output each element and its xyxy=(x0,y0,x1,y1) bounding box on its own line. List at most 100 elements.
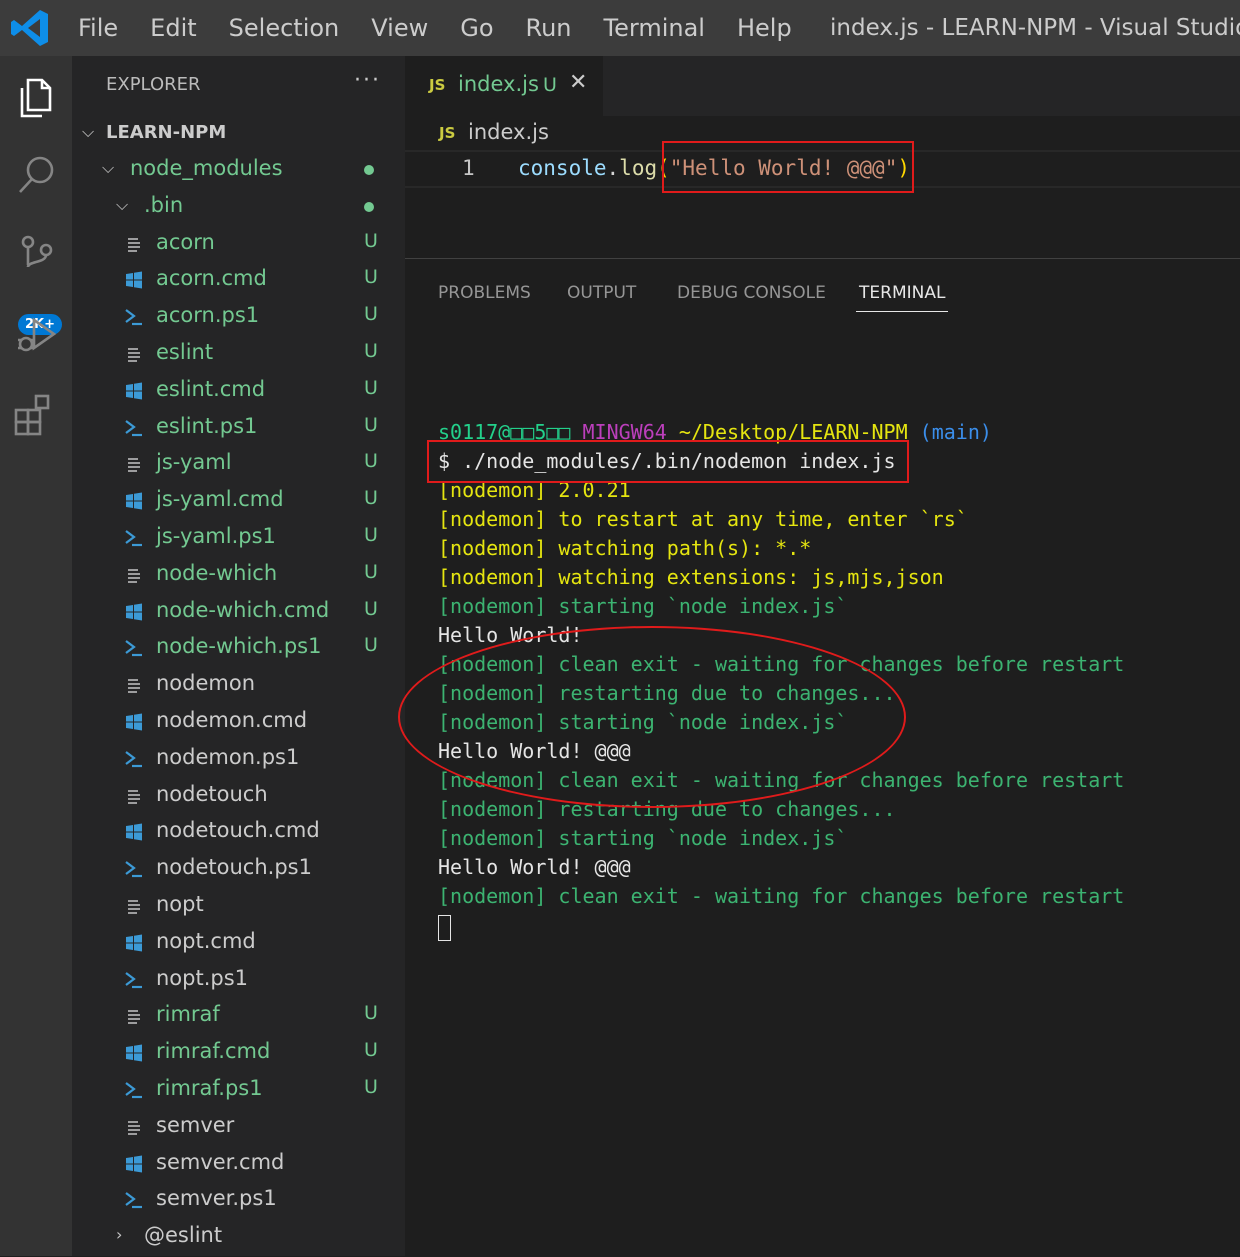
git-status-badge: U xyxy=(364,229,378,252)
tab-index-js[interactable]: JS index.js U ✕ xyxy=(405,56,603,116)
powershell-icon xyxy=(125,530,142,547)
text-file-icon xyxy=(128,237,140,252)
menu-bar: File Edit Selection View Go Run Terminal… xyxy=(62,0,808,56)
vscode-logo-icon[interactable] xyxy=(8,6,52,50)
explorer-icon[interactable] xyxy=(8,68,64,124)
tab-problems[interactable]: PROBLEMS xyxy=(438,283,531,303)
windows-cmd-icon xyxy=(126,934,142,952)
source-control-icon[interactable] xyxy=(8,228,64,284)
tree-file[interactable]: js-yaml.ps1 U xyxy=(72,520,405,556)
powershell-icon xyxy=(125,309,142,326)
tree-file[interactable]: semver.cmd xyxy=(72,1146,405,1182)
tree-file[interactable]: nopt.ps1 xyxy=(72,962,405,998)
menu-view[interactable]: View xyxy=(355,0,444,56)
line-number: 1 xyxy=(462,156,475,180)
explorer-title: EXPLORER xyxy=(106,74,201,95)
tree-file[interactable]: js-yaml U xyxy=(72,446,405,482)
tree-file[interactable]: semver.ps1 xyxy=(72,1182,405,1218)
terminal-line: [nodemon] clean exit - waiting for chang… xyxy=(438,884,1125,908)
close-icon[interactable]: ✕ xyxy=(569,70,587,95)
tree-file[interactable]: node-which.ps1 U xyxy=(72,630,405,666)
tree-file[interactable]: nodetouch.cmd xyxy=(72,814,405,850)
tree-file[interactable]: node-which U xyxy=(72,557,405,593)
more-actions-button[interactable]: ··· xyxy=(354,68,381,93)
tree-file[interactable]: rimraf.ps1 U xyxy=(72,1072,405,1108)
breadcrumb-item[interactable]: index.js xyxy=(468,120,549,144)
tree-item-label: js-yaml.cmd xyxy=(156,487,284,512)
menu-go[interactable]: Go xyxy=(444,0,509,56)
explorer-sidebar: EXPLORER ··· ⌵ LEARN-NPM ⌵ node_modules ⌵.… xyxy=(72,56,405,1256)
menu-edit[interactable]: Edit xyxy=(134,0,212,56)
git-status-badge: U xyxy=(364,303,378,326)
tree-file[interactable]: eslint U xyxy=(72,336,405,372)
tree-file[interactable]: rimraf.cmd U xyxy=(72,1035,405,1071)
tree-file[interactable]: nodemon.cmd xyxy=(72,704,405,740)
run-debug-icon[interactable] xyxy=(8,308,64,364)
editor-tab-bar: JS index.js U ✕ xyxy=(405,56,1240,116)
tree-item-label: rimraf xyxy=(156,1002,220,1027)
windows-cmd-icon xyxy=(126,382,142,400)
tree-file[interactable]: nodemon xyxy=(72,667,405,703)
tree-folder[interactable]: ⌵ node_modules xyxy=(72,152,405,188)
tree-file[interactable]: acorn.cmd U xyxy=(72,262,405,298)
tree-file[interactable]: nodetouch xyxy=(72,778,405,814)
menu-terminal[interactable]: Terminal xyxy=(588,0,721,56)
tree-item-label: nopt xyxy=(156,892,204,916)
windows-cmd-icon xyxy=(126,603,142,621)
tree-file[interactable]: node-which.cmd U xyxy=(72,594,405,630)
tree-item-label: nopt.cmd xyxy=(156,928,256,953)
windows-cmd-icon xyxy=(126,1044,142,1062)
powershell-icon xyxy=(125,861,142,878)
tree-file[interactable]: nopt.cmd xyxy=(72,925,405,961)
code-function: log xyxy=(619,156,658,180)
tree-file[interactable]: rimraf U xyxy=(72,998,405,1034)
tab-output[interactable]: OUTPUT xyxy=(567,283,636,303)
tree-file[interactable]: nodemon.ps1 xyxy=(72,741,405,777)
modified-dot-indicator xyxy=(364,165,374,175)
tree-item-label: node-which.cmd xyxy=(156,597,330,622)
prompt-branch: (main) xyxy=(919,420,992,444)
tab-git-status: U xyxy=(543,74,557,96)
tree-file[interactable]: acorn U xyxy=(72,226,405,262)
tree-folder[interactable]: › @eslint xyxy=(72,1219,405,1255)
terminal-line: [nodemon] starting `node index.js` xyxy=(438,826,848,850)
text-file-icon xyxy=(128,789,140,804)
powershell-icon xyxy=(125,640,142,657)
tree-folder[interactable]: ⌵ .bin xyxy=(72,189,405,225)
tab-terminal[interactable]: TERMINAL xyxy=(859,283,945,303)
tree-item-label: eslint.cmd xyxy=(156,376,266,401)
tree-item-label: nodetouch.ps1 xyxy=(156,855,312,880)
menu-help[interactable]: Help xyxy=(721,0,808,56)
tree-file[interactable]: acorn.ps1 U xyxy=(72,299,405,335)
git-status-badge: U xyxy=(364,560,378,583)
tree-file[interactable]: js-yaml.cmd U xyxy=(72,483,405,519)
text-file-icon xyxy=(128,1120,140,1135)
terminal-line: [nodemon] to restart at any time, enter … xyxy=(438,507,968,531)
workspace-root[interactable]: ⌵ LEARN-NPM xyxy=(82,118,226,146)
git-status-badge: U xyxy=(364,597,378,620)
tree-item-label: semver.cmd xyxy=(156,1149,285,1174)
tree-file[interactable]: nodetouch.ps1 xyxy=(72,851,405,887)
tree-file[interactable]: semver xyxy=(72,1109,405,1145)
menu-selection[interactable]: Selection xyxy=(213,0,356,56)
tree-item-label: semver xyxy=(156,1112,235,1137)
tree-file[interactable]: eslint.cmd U xyxy=(72,373,405,409)
terminal-cursor-line xyxy=(438,911,1238,941)
tree-item-label: acorn.ps1 xyxy=(156,303,260,328)
terminal-line: [nodemon] watching path(s): *.* xyxy=(438,536,812,560)
extensions-icon[interactable] xyxy=(8,388,64,444)
tree-item-label: nodetouch.cmd xyxy=(156,818,320,843)
tree-item-label: nodemon xyxy=(156,671,256,696)
windows-cmd-icon xyxy=(126,823,142,841)
window-title: index.js - LEARN-NPM - Visual Studio C xyxy=(830,15,1240,41)
tab-debug-console[interactable]: DEBUG CONSOLE xyxy=(677,283,826,303)
tree-file[interactable]: nopt xyxy=(72,888,405,924)
tree-file[interactable]: eslint.ps1 U xyxy=(72,410,405,446)
search-icon[interactable] xyxy=(8,148,64,204)
menu-run[interactable]: Run xyxy=(510,0,588,56)
activity-bar: 2K+ xyxy=(0,56,72,1256)
git-status-badge: U xyxy=(364,340,378,362)
menu-file[interactable]: File xyxy=(62,0,134,56)
tree-item-label: node-which.ps1 xyxy=(156,634,322,659)
terminal-line: Hello World! @@@ xyxy=(438,855,631,879)
